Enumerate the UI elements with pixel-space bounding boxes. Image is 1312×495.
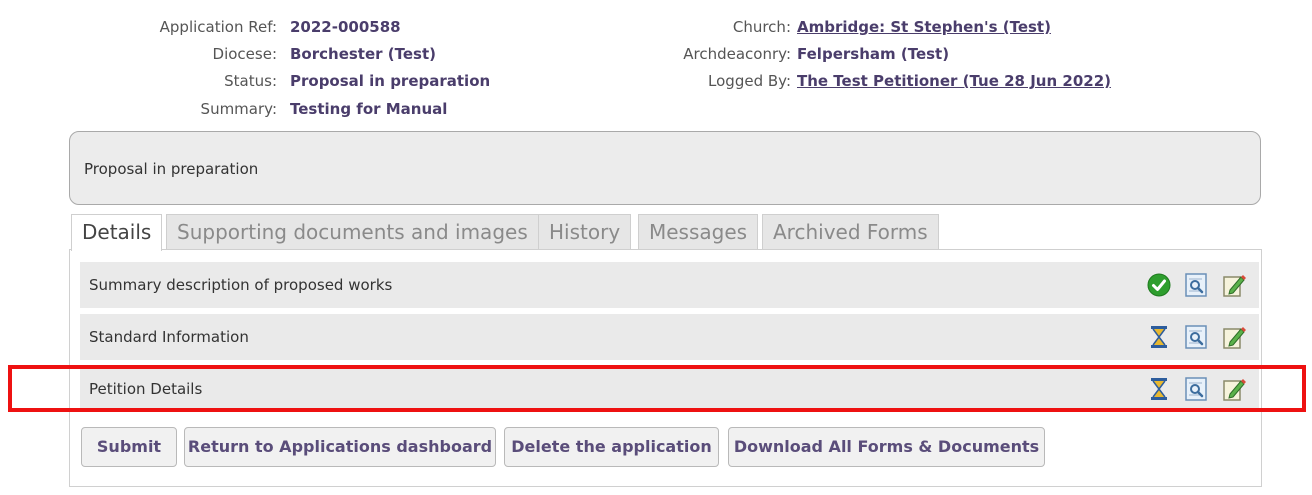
status-box-text: Proposal in preparation bbox=[84, 160, 259, 178]
tab-messages[interactable]: Messages bbox=[638, 214, 759, 250]
ref-value: 2022-000588 bbox=[290, 18, 401, 36]
edit-icon[interactable] bbox=[1221, 376, 1247, 402]
diocese-label: Diocese: bbox=[212, 45, 277, 63]
view-icon[interactable] bbox=[1183, 324, 1209, 350]
logged-by-label: Logged By: bbox=[708, 72, 791, 90]
form-title: Standard Information bbox=[89, 328, 249, 346]
delete-application-button[interactable]: Delete the application bbox=[504, 427, 719, 467]
tab-history[interactable]: History bbox=[538, 214, 632, 250]
form-row-summary-description: Summary description of proposed works bbox=[80, 262, 1259, 308]
archdeaconry-label: Archdeaconry: bbox=[683, 45, 791, 63]
summary-value: Testing for Manual bbox=[290, 100, 448, 118]
diocese-value: Borchester (Test) bbox=[290, 45, 436, 63]
form-row-standard-information: Standard Information bbox=[80, 314, 1259, 360]
logged-by-link[interactable]: The Test Petitioner (Tue 28 Jun 2022) bbox=[797, 72, 1111, 90]
check-icon bbox=[1147, 273, 1171, 297]
form-title: Summary description of proposed works bbox=[89, 276, 393, 294]
view-icon[interactable] bbox=[1183, 376, 1209, 402]
ref-label: Application Ref: bbox=[159, 18, 277, 36]
submit-button[interactable]: Submit bbox=[81, 427, 177, 467]
hourglass-icon bbox=[1151, 326, 1167, 348]
edit-icon[interactable] bbox=[1221, 272, 1247, 298]
status-label: Status: bbox=[224, 72, 277, 90]
application-summary: Application Ref: 2022-000588 Diocese: Bo… bbox=[0, 14, 1312, 126]
church-label: Church: bbox=[732, 18, 791, 36]
hourglass-icon bbox=[1151, 378, 1167, 400]
status-value: Proposal in preparation bbox=[290, 72, 491, 90]
return-to-dashboard-button[interactable]: Return to Applications dashboard bbox=[184, 427, 496, 467]
download-all-button[interactable]: Download All Forms & Documents bbox=[728, 427, 1045, 467]
edit-icon[interactable] bbox=[1221, 324, 1247, 350]
tab-supporting-documents[interactable]: Supporting documents and images bbox=[166, 214, 539, 250]
tab-details[interactable]: Details bbox=[71, 214, 163, 251]
form-title: Petition Details bbox=[89, 380, 203, 398]
view-icon[interactable] bbox=[1183, 272, 1209, 298]
summary-label: Summary: bbox=[200, 100, 277, 118]
status-box: Proposal in preparation bbox=[69, 131, 1261, 205]
form-row-petition-details: Petition Details bbox=[80, 366, 1259, 412]
archdeaconry-value: Felpersham (Test) bbox=[797, 45, 950, 63]
tab-archived-forms[interactable]: Archived Forms bbox=[762, 214, 939, 250]
church-link[interactable]: Ambridge: St Stephen's (Test) bbox=[797, 18, 1051, 36]
